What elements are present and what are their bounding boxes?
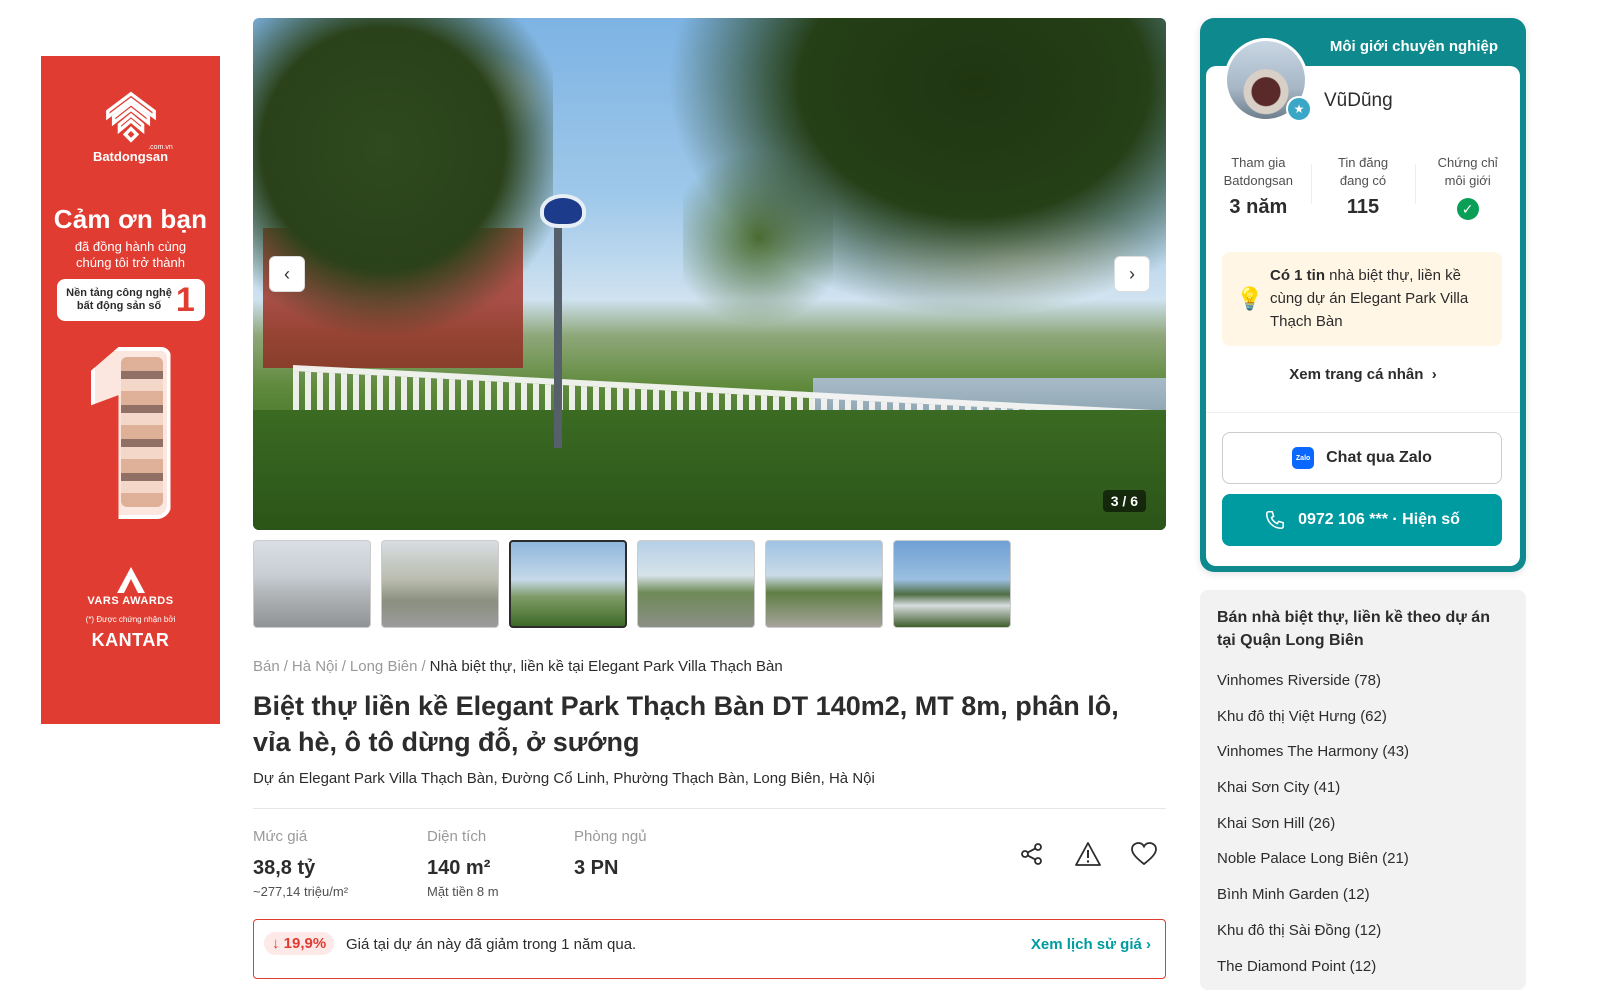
share-icon (1019, 841, 1045, 867)
photo-gallery[interactable]: ‹ › 3 / 6 (253, 18, 1166, 530)
ad-subline-1: đã đồng hành cùng (41, 239, 220, 255)
joined-years: 3 năm (1206, 196, 1311, 219)
vars-awards: VARS AWARDS (*) Được chứng nhận bởi KANT… (41, 565, 220, 651)
area-value: 140 m² (427, 857, 499, 880)
price-stat: Mức giá 38,8 tỷ ~277,14 triệu/m² (253, 828, 348, 899)
ad-pill: Nền tảng công nghệ bất động sản số 1 (57, 279, 205, 321)
bedroom-label: Phòng ngủ (574, 828, 647, 845)
project-link[interactable]: Vinhomes The Harmony (43) (1217, 741, 1409, 777)
pro-agent-badge: Môi giới chuyên nghiệp (1330, 38, 1498, 55)
main-photo[interactable] (253, 18, 1166, 530)
heart-icon (1131, 842, 1157, 866)
project-list-heading: Bán nhà biệt thự, liền kề theo dự án tại… (1217, 606, 1507, 652)
agent-card: Môi giới chuyên nghiệp ★ VũDũng Tham gia… (1200, 18, 1526, 572)
project-link[interactable]: Khai Sơn Hill (26) (1217, 813, 1409, 849)
listing-actions (1018, 840, 1158, 868)
batdongsan-logo: .com.vn Batdongsan (41, 88, 220, 164)
breadcrumb-item[interactable]: Hà Nội (292, 658, 338, 675)
breadcrumb-item[interactable]: Bán (253, 658, 280, 675)
project-list: Vinhomes Riverside (78) Khu đô thị Việt … (1217, 670, 1409, 991)
chevron-left-icon: ‹ (284, 264, 290, 285)
price-history-link[interactable]: Xem lịch sử giá › (1031, 936, 1151, 953)
ad-pill-number: 1 (176, 294, 195, 307)
price-drop-message: Giá tại dự án này đã giảm trong 1 năm qu… (346, 936, 636, 953)
project-link[interactable]: Khai Sơn City (41) (1217, 777, 1409, 813)
thumbnail[interactable] (381, 540, 499, 628)
project-link[interactable]: Khu đô thị Sài Đồng (12) (1217, 920, 1409, 956)
kantar-label: KANTAR (92, 630, 170, 651)
area-stat: Diện tích 140 m² Mặt tiền 8 m (427, 828, 499, 899)
ad-headline: Cảm ơn bạn (41, 204, 220, 235)
agent-card-body: ★ VũDũng Tham gia Batdongsan 3 năm Tin đ… (1206, 66, 1520, 566)
price-per-m2: ~277,14 triệu/m² (253, 884, 348, 899)
ad-number-one-graphic (91, 347, 171, 519)
ad-subline-2: chúng tôi trở thành (41, 255, 220, 271)
breadcrumb-item[interactable]: Long Biên (350, 658, 418, 675)
agent-stat-certificate: Chứng chỉ môi giới ✓ (1415, 154, 1520, 220)
chat-zalo-button[interactable]: Zalo Chat qua Zalo (1222, 432, 1502, 484)
vars-awards-icon (111, 565, 151, 595)
show-phone-button[interactable]: 0972 106 *** · Hiện số (1222, 494, 1502, 546)
price-change-box: ↓ 19,9% Giá tại dự án này đã giảm trong … (253, 919, 1166, 979)
project-link[interactable]: Khu đô thị Việt Hưng (62) (1217, 706, 1409, 742)
listing-count: 115 (1311, 196, 1416, 219)
thumbnail[interactable] (765, 540, 883, 628)
recognized-label: (*) Được chứng nhận bởi (86, 615, 176, 624)
bedroom-stat: Phòng ngủ 3 PN (574, 828, 647, 880)
price-value: 38,8 tỷ (253, 857, 348, 880)
thumbnail[interactable] (893, 540, 1011, 628)
project-list-panel: Bán nhà biệt thự, liền kề theo dự án tại… (1200, 590, 1526, 990)
agent-note: 💡 Có 1 tin nhà biệt thự, liền kề cùng dự… (1222, 252, 1502, 346)
thumbnail-active[interactable] (509, 540, 627, 628)
thumbnail[interactable] (637, 540, 755, 628)
breadcrumb-current[interactable]: Nhà biệt thự, liền kề tại Elegant Park V… (430, 658, 783, 675)
zalo-icon: Zalo (1292, 447, 1314, 469)
agent-stats: Tham gia Batdongsan 3 năm Tin đăng đang … (1206, 154, 1520, 220)
project-link[interactable]: Bình Minh Garden (12) (1217, 884, 1409, 920)
frontage: Mặt tiền 8 m (427, 884, 499, 899)
project-link[interactable]: Vinhomes Riverside (78) (1217, 670, 1409, 706)
gallery-prev-button[interactable]: ‹ (269, 256, 305, 292)
awards-label: VARS AWARDS (87, 595, 173, 607)
breadcrumb: Bán/Hà Nội/Long Biên/Nhà biệt thự, liền … (253, 658, 783, 675)
bedroom-value: 3 PN (574, 857, 647, 880)
report-button[interactable] (1074, 840, 1102, 868)
lightbulb-icon: 💡 (1236, 286, 1263, 312)
chevron-right-icon: › (1146, 936, 1151, 953)
ad-pill-line-1: Nền tảng công nghệ (66, 287, 172, 300)
project-link[interactable]: The Diamond Point (12) (1217, 956, 1409, 991)
house-logo-icon (102, 88, 160, 146)
thumbnail[interactable] (253, 540, 371, 628)
agent-stat-joined: Tham gia Batdongsan 3 năm (1206, 154, 1311, 220)
verified-badge-icon: ★ (1286, 96, 1312, 122)
ad-pill-line-2: bất động sản số (66, 300, 172, 313)
chevron-right-icon: › (1432, 366, 1437, 383)
share-button[interactable] (1018, 840, 1046, 868)
check-icon: ✓ (1457, 198, 1479, 220)
agent-stat-listings: Tin đăng đang có 115 (1311, 154, 1416, 220)
phone-icon (1264, 509, 1286, 531)
view-profile-link[interactable]: Xem trang cá nhân › (1206, 366, 1520, 383)
listing-title: Biệt thự liền kề Elegant Park Thạch Bàn … (253, 688, 1153, 760)
photo-counter: 3 / 6 (1103, 490, 1146, 512)
price-label: Mức giá (253, 828, 348, 845)
agent-name[interactable]: VũDũng (1324, 90, 1393, 112)
divider (253, 808, 1166, 809)
price-drop-badge: ↓ 19,9% (264, 932, 334, 955)
chevron-right-icon: › (1129, 264, 1135, 285)
project-link[interactable]: Noble Palace Long Biên (21) (1217, 848, 1409, 884)
brand-name: Batdongsan (93, 149, 168, 164)
people-collage (121, 357, 163, 507)
area-label: Diện tích (427, 828, 499, 845)
listing-address: Dự án Elegant Park Villa Thạch Bàn, Đườn… (253, 770, 875, 787)
save-favorite-button[interactable] (1130, 840, 1158, 868)
divider (1206, 412, 1520, 413)
warning-icon (1074, 841, 1102, 867)
ad-banner[interactable]: .com.vn Batdongsan Cảm ơn bạn đã đồng hà… (41, 56, 220, 724)
gallery-next-button[interactable]: › (1114, 256, 1150, 292)
thumbnail-strip (253, 540, 1011, 628)
street-lamp (540, 194, 586, 228)
